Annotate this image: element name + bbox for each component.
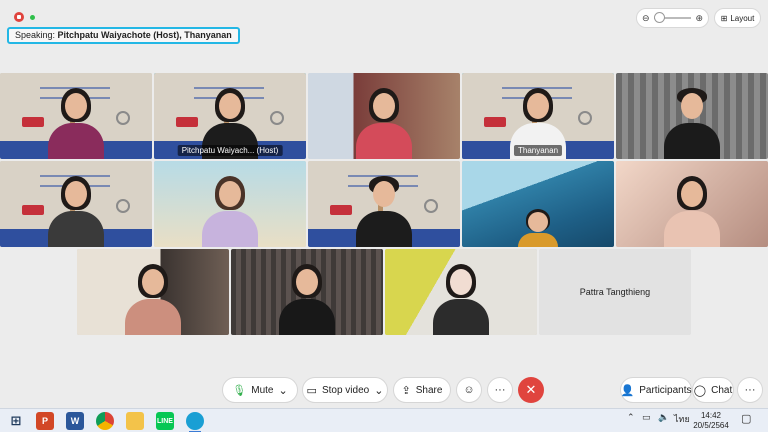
file-explorer-icon[interactable]	[126, 412, 144, 430]
video-tile[interactable]	[0, 161, 152, 247]
notification-icon[interactable]: ▢	[741, 412, 751, 425]
chat-button[interactable]: ◯ Chat	[692, 377, 734, 403]
chevron-up-icon[interactable]: ⌃	[627, 412, 635, 423]
more-icon: ···	[744, 384, 756, 396]
meeting-window: Speaking: Pitchpatu Waiyachote (Host), T…	[0, 0, 768, 408]
zoom-in-icon[interactable]: ⊕	[695, 13, 703, 24]
participants-button[interactable]: 👤 Participants	[620, 377, 692, 403]
clock-date: 20/5/2564	[693, 421, 729, 430]
zoom-slider-handle[interactable]	[653, 12, 665, 23]
system-clock[interactable]: 14:42 20/5/2564	[688, 411, 734, 431]
connection-indicator-icon	[30, 14, 35, 20]
chat-label: Chat	[711, 384, 733, 396]
speaking-names: Pitchpatu Waiyachote (Host), Thanyanan	[57, 30, 232, 40]
video-camera-icon: ▭	[306, 384, 317, 397]
video-tile[interactable]	[616, 73, 768, 159]
window-controls	[14, 12, 35, 22]
participant-name: Pattra Tangthieng	[579, 287, 651, 297]
layout-grid-icon: ⊞	[720, 13, 728, 23]
participant-name-tag: Thanyanan	[513, 145, 563, 156]
more-options-button[interactable]: ···	[487, 377, 513, 403]
more-icon: ···	[494, 384, 506, 396]
chevron-down-icon[interactable]: ⌄	[278, 384, 287, 397]
participants-label: Participants	[639, 384, 692, 396]
video-tile[interactable]	[77, 249, 229, 335]
close-window-button[interactable]	[14, 12, 24, 22]
chat-bubble-icon: ◯	[693, 384, 707, 397]
zoom-out-icon[interactable]: ⊖	[642, 13, 650, 24]
mute-label: Mute	[251, 384, 274, 396]
chrome-icon[interactable]	[96, 412, 114, 430]
participants-icon: 👤	[620, 384, 635, 397]
zoom-control[interactable]: ⊖ ⊕	[636, 8, 709, 28]
video-tile[interactable]	[154, 161, 306, 247]
layout-button[interactable]: ⊞ Layout	[714, 8, 761, 28]
os-taskbar: ⊞ P W LINE ⌃ ▭ 🔈 ไทย 14:42 20/5/2564 ▢	[0, 408, 768, 432]
zoom-slider[interactable]	[653, 12, 692, 23]
webex-icon[interactable]	[186, 412, 204, 432]
reactions-button[interactable]: ☺	[456, 377, 482, 403]
video-tile[interactable]	[385, 249, 537, 335]
video-tile[interactable]	[462, 161, 614, 247]
video-tile-active[interactable]: Thanyanan	[462, 73, 614, 159]
stop-video-label: Stop video	[321, 384, 370, 396]
video-tile[interactable]	[308, 73, 460, 159]
share-icon: ⇪	[401, 384, 411, 397]
chevron-down-icon[interactable]: ⌄	[374, 384, 383, 397]
end-call-button[interactable]: ✕	[518, 377, 544, 403]
word-icon[interactable]: W	[66, 412, 84, 430]
line-app-icon[interactable]: LINE	[156, 412, 174, 430]
video-tile-no-camera[interactable]: Pattra Tangthieng	[539, 249, 691, 335]
smiley-icon: ☺	[463, 384, 475, 396]
windows-start-icon[interactable]: ⊞	[7, 412, 25, 430]
overflow-menu-button[interactable]: ···	[737, 377, 763, 403]
layout-label: Layout	[730, 13, 755, 23]
speaking-indicator: Speaking: Pitchpatu Waiyachote (Host), T…	[7, 27, 240, 44]
mute-button[interactable]: 🎙 Mute ⌄	[222, 377, 298, 403]
video-tile-active[interactable]: Pitchpatu Waiyach... (Host)	[154, 73, 306, 159]
video-tile[interactable]	[616, 161, 768, 247]
microphone-icon: 🎙	[232, 384, 247, 397]
close-icon: ✕	[525, 382, 537, 397]
clock-time: 14:42	[700, 411, 722, 420]
video-tile[interactable]	[0, 73, 152, 159]
volume-icon[interactable]: 🔈	[658, 412, 669, 423]
video-tile[interactable]	[308, 161, 460, 247]
speaking-label: Speaking:	[15, 30, 56, 40]
powerpoint-icon[interactable]: P	[36, 412, 54, 430]
share-button[interactable]: ⇪ Share	[393, 377, 451, 403]
video-tile[interactable]	[231, 249, 383, 335]
share-label: Share	[415, 384, 443, 396]
stop-video-button[interactable]: ▭ Stop video ⌄	[302, 377, 388, 403]
participant-name-tag: Pitchpatu Waiyach... (Host)	[177, 145, 283, 156]
meeting-toolbar: 🎙 Mute ⌄ ▭ Stop video ⌄ ⇪ Share ☺ ··· ✕ …	[0, 377, 768, 403]
network-icon[interactable]: ▭	[642, 412, 651, 423]
